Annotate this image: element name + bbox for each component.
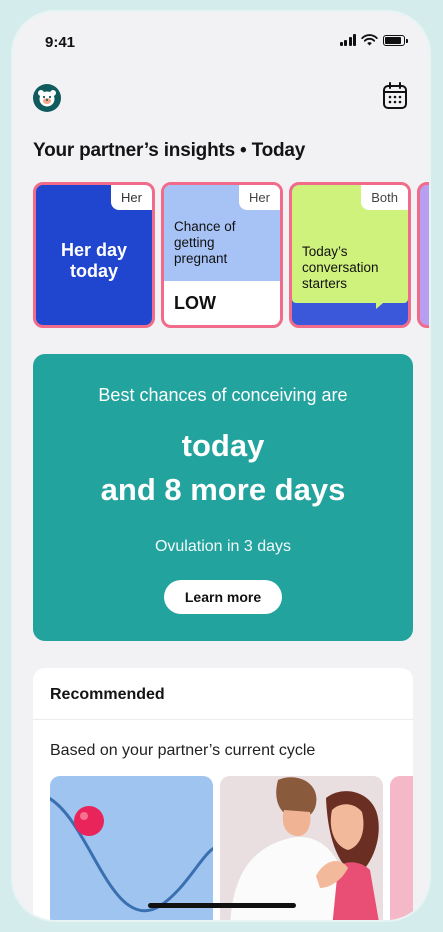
recommended-item-couple[interactable] — [220, 776, 383, 920]
insight-cards: Her Her day today Her Chance of getting … — [33, 182, 429, 328]
card-tag: Both — [361, 185, 408, 210]
wifi-icon — [361, 34, 378, 46]
card-title: Her day today — [60, 240, 128, 281]
hero-line-2: today — [181, 428, 265, 463]
ovulation-text: Ovulation in 3 days — [154, 538, 292, 555]
card-tag: Her — [111, 185, 152, 210]
recommended-item-partial[interactable] — [390, 776, 413, 920]
learn-more-button[interactable]: Learn more — [164, 580, 282, 614]
insight-card-conversation-starters[interactable]: Both Today’s conversation starters — [289, 182, 411, 328]
card-tag: Her — [239, 185, 280, 210]
section-title: Your partner’s insights • Today — [33, 140, 306, 161]
recommended-item-cycle[interactable] — [50, 776, 213, 920]
cycle-curve-illustration — [50, 797, 213, 913]
insight-card-pregnancy-chance[interactable]: Her Chance of getting pregnant LOW — [161, 182, 283, 328]
battery-icon — [383, 34, 408, 46]
recommended-subtitle: Based on your partner’s current cycle — [50, 742, 316, 759]
hero-line-1: Best chances of conceiving are — [98, 385, 348, 405]
bear-face-icon[interactable] — [33, 84, 61, 112]
card-title: Today’s conversation starters — [302, 244, 379, 291]
conception-hero-card: Best chances of conceiving are today and… — [33, 354, 413, 641]
speech-bubble-tail — [376, 297, 390, 309]
insight-card-partial[interactable] — [417, 182, 429, 328]
insight-card-her-day[interactable]: Her Her day today — [33, 182, 155, 328]
hero-line-3: and 8 more days — [100, 472, 346, 507]
top-row — [13, 80, 429, 114]
recommended-section: Recommended Based on your partner’s curr… — [33, 668, 413, 920]
status-icons — [339, 34, 408, 46]
battery-level — [385, 36, 402, 44]
card-title: Chance of getting pregnant — [174, 219, 236, 266]
recommended-title: Recommended — [50, 686, 165, 703]
card-value: LOW — [174, 293, 216, 313]
divider — [33, 719, 413, 720]
home-indicator — [148, 903, 296, 908]
status-bar: 9:41 — [13, 12, 429, 66]
status-time: 9:41 — [45, 34, 76, 51]
phone-screen: 9:41 Your partner’s insights • Today Her… — [11, 10, 431, 922]
couple-illustration — [220, 776, 383, 920]
signal-icon — [339, 34, 356, 46]
calendar-icon[interactable] — [382, 82, 408, 110]
